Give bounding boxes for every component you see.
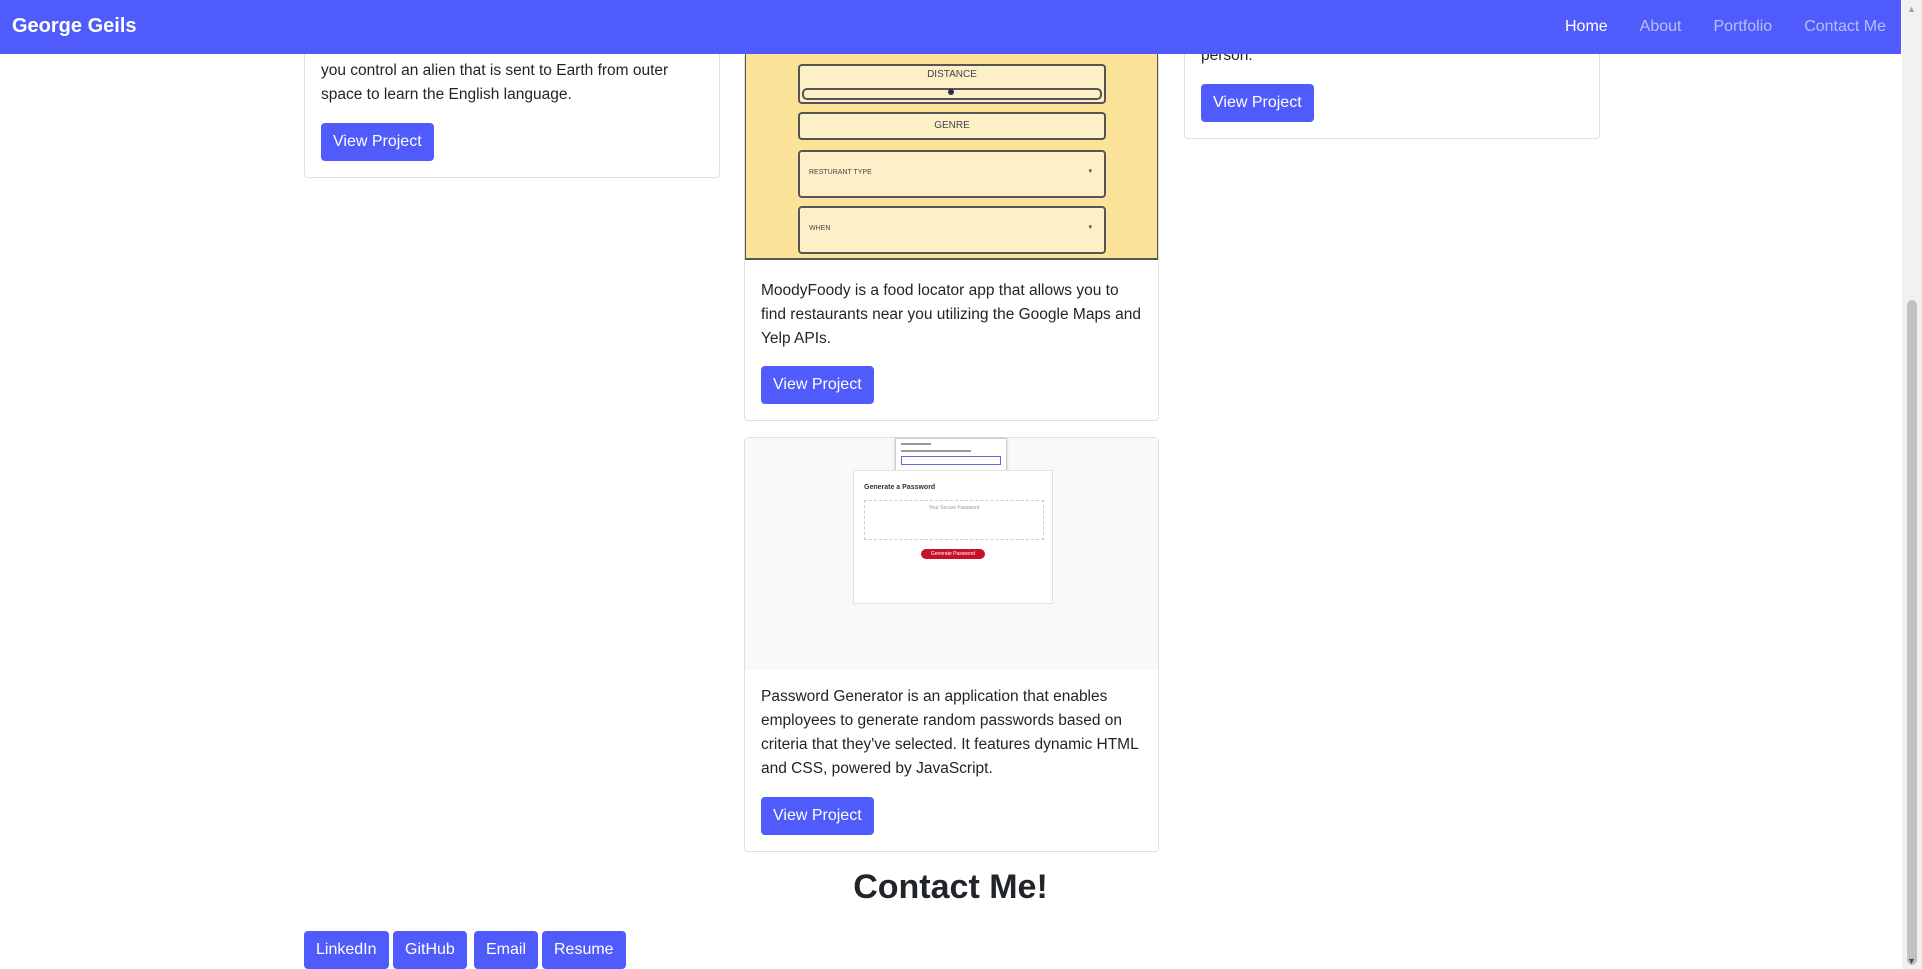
github-button[interactable]: GitHub bbox=[393, 931, 467, 969]
scroll-up-icon[interactable]: ▲ bbox=[1907, 4, 1916, 14]
moodyfoody-screenshot: DISTANCE GENRE RESTURANT TYPE ▾ WHEN ▾ bbox=[745, 54, 1158, 260]
genre-label: GENRE bbox=[934, 120, 970, 131]
scroll-down-icon[interactable]: ▼ bbox=[1907, 956, 1916, 966]
password-panel: Generate a Password Your Secure Password… bbox=[853, 470, 1053, 604]
genre-box: GENRE bbox=[798, 112, 1106, 140]
slider-knob bbox=[948, 89, 954, 95]
password-textarea: Your Secure Password bbox=[864, 500, 1044, 540]
dialog-line bbox=[901, 450, 971, 452]
restaurant-type-select: RESTURANT TYPE ▾ bbox=[798, 150, 1106, 198]
nav-home[interactable]: Home bbox=[1565, 18, 1608, 36]
scroll-thumb[interactable] bbox=[1907, 300, 1917, 965]
nav-links: Home About Portfolio Contact Me bbox=[1565, 18, 1886, 36]
card-text: Password Generator is an application tha… bbox=[761, 688, 1139, 777]
chevron-down-icon: ▾ bbox=[1088, 168, 1092, 175]
email-button[interactable]: Email bbox=[474, 931, 539, 969]
view-project-button[interactable]: View Project bbox=[1201, 84, 1314, 122]
password-generator-screenshot: Generate a Password Your Secure Password… bbox=[745, 438, 1158, 670]
view-project-button[interactable]: View Project bbox=[761, 366, 874, 404]
linkedin-button[interactable]: LinkedIn bbox=[304, 931, 389, 969]
navbar: George Geils Home About Portfolio Contac… bbox=[0, 0, 1901, 54]
when-label: WHEN bbox=[809, 225, 831, 232]
nav-about[interactable]: About bbox=[1640, 18, 1682, 36]
panel-title: Generate a Password bbox=[864, 484, 936, 491]
card-text: MoodyFoody is a food locator app that al… bbox=[761, 282, 1141, 347]
generate-password-label: Generate Password bbox=[930, 551, 976, 557]
nav-portfolio[interactable]: Portfolio bbox=[1713, 18, 1772, 36]
when-select: WHEN ▾ bbox=[798, 206, 1106, 254]
password-placeholder: Your Secure Password bbox=[928, 505, 980, 511]
distance-label: DISTANCE bbox=[927, 69, 977, 80]
project-card-password-generator: Generate a Password Your Secure Password… bbox=[744, 437, 1159, 852]
restaurant-type-label: RESTURANT TYPE bbox=[809, 169, 872, 176]
card-text-line-2: space to learn the English language. bbox=[321, 86, 572, 103]
view-project-button[interactable]: View Project bbox=[761, 797, 874, 835]
card-text-line-1: you control an alien that is sent to Ear… bbox=[321, 62, 669, 79]
card-text: you control an alien that is sent to Ear… bbox=[321, 59, 711, 107]
contact-title: Contact Me! bbox=[853, 868, 1048, 906]
generate-password-button: Generate Password bbox=[921, 549, 985, 559]
resume-button[interactable]: Resume bbox=[542, 931, 626, 969]
nav-contact[interactable]: Contact Me bbox=[1804, 18, 1886, 36]
project-card-moodyfoody: DISTANCE GENRE RESTURANT TYPE ▾ WHEN ▾ M… bbox=[744, 54, 1159, 421]
chevron-down-icon: ▾ bbox=[1088, 224, 1092, 231]
dialog-input bbox=[901, 456, 1001, 465]
view-project-button[interactable]: View Project bbox=[321, 123, 434, 161]
distance-box: DISTANCE bbox=[798, 64, 1106, 104]
dialog-line bbox=[901, 443, 931, 445]
vertical-scrollbar[interactable]: ▲ ▼ bbox=[1902, 0, 1922, 969]
brand-link[interactable]: George Geils bbox=[12, 15, 137, 38]
